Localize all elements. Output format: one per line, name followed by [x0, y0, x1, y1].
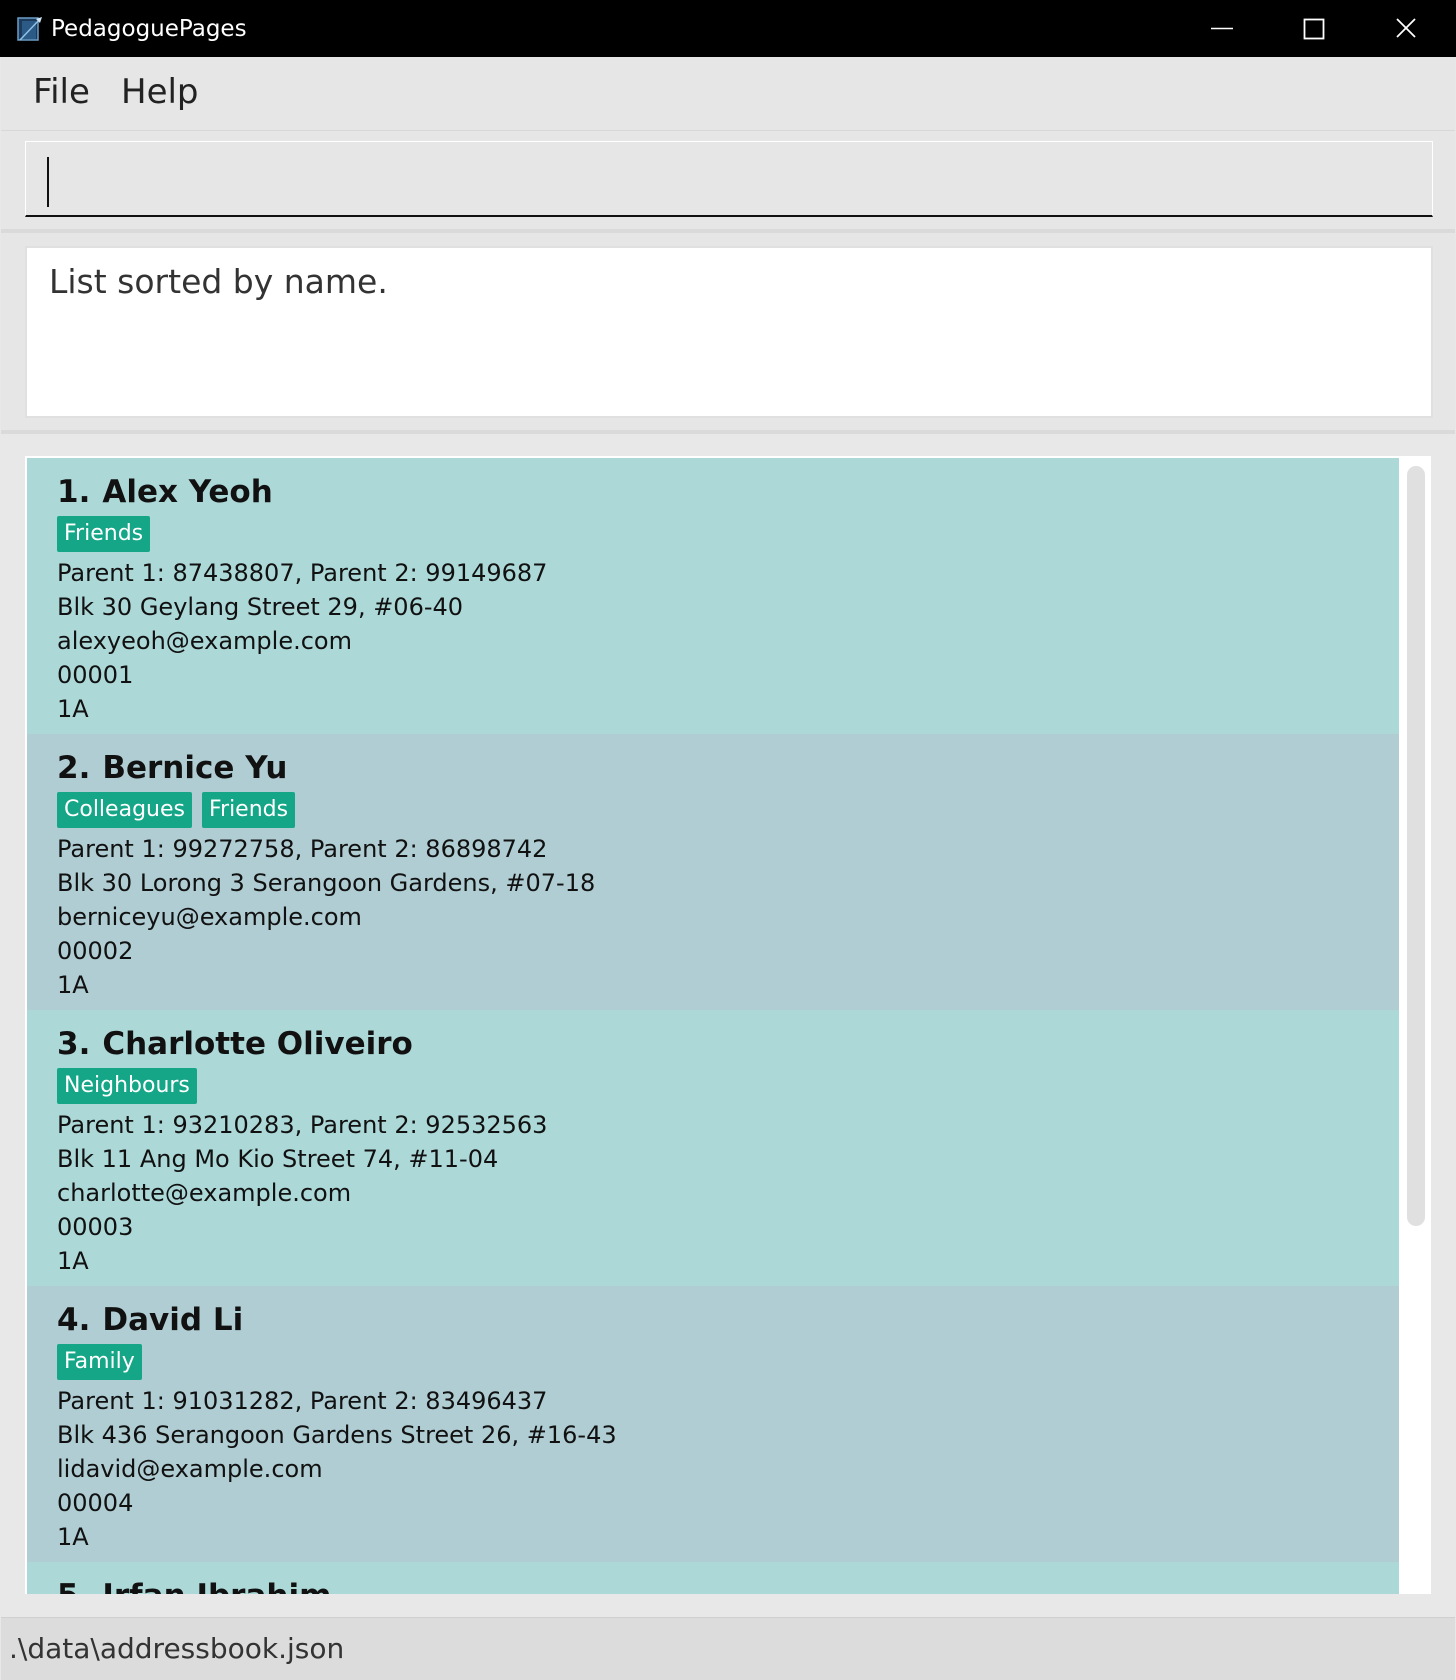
result-display[interactable]: List sorted by name. — [25, 246, 1433, 418]
menu-file[interactable]: File — [33, 72, 90, 112]
tag-label: Colleagues — [57, 792, 192, 828]
person-card[interactable]: 1. Alex Yeoh Friends Parent 1: 87438807, … — [27, 458, 1399, 734]
person-name-line: 3. Charlotte Oliveiro — [57, 1022, 1399, 1066]
person-name: David Li — [102, 1302, 244, 1338]
parent-phones: Parent 1: 91031282, Parent 2: 83496437 — [57, 1387, 548, 1415]
tag-label: Neighbours — [57, 1068, 197, 1104]
class-label: 1A — [57, 1523, 89, 1551]
tag-label: Friends — [57, 516, 151, 552]
address: Blk 30 Geylang Street 29, #06-40 — [57, 593, 464, 621]
window-title: PedagoguePages — [51, 16, 247, 42]
result-message: List sorted by name. — [49, 262, 388, 301]
close-icon — [1396, 18, 1416, 38]
person-card[interactable]: 3. Charlotte Oliveiro Neighbours Parent 1… — [27, 1010, 1399, 1286]
person-name: Bernice Yu — [102, 750, 288, 786]
person-card[interactable]: 2. Bernice Yu Colleagues Friends Parent 1:… — [27, 734, 1399, 1010]
app-window: PedagoguePages File Help List sorted by … — [0, 0, 1456, 1680]
person-index: 3. — [57, 1026, 91, 1062]
scrollbar-thumb[interactable] — [1407, 466, 1425, 1226]
tag-list: Neighbours — [57, 1068, 1399, 1106]
person-name-line: 2. Bernice Yu — [57, 746, 1399, 790]
address: Blk 436 Serangoon Gardens Street 26, #16… — [57, 1421, 617, 1449]
text-caret — [47, 157, 49, 207]
person-name: Irfan Ibrahim — [102, 1578, 331, 1594]
save-file-path: .\data\addressbook.json — [9, 1632, 345, 1665]
command-box-area — [1, 131, 1455, 233]
tag-label: Family — [57, 1344, 142, 1380]
person-index: 1. — [57, 474, 91, 510]
maximize-button[interactable] — [1270, 0, 1362, 57]
person-card[interactable]: 4. David Li Family Parent 1: 91031282, Pa… — [27, 1286, 1399, 1562]
person-list: 1. Alex Yeoh Friends Parent 1: 87438807, … — [27, 458, 1399, 1594]
app-icon — [16, 15, 44, 43]
tag-list: Family — [57, 1344, 1399, 1382]
student-id: 00002 — [57, 937, 134, 965]
result-display-area: List sorted by name. — [1, 233, 1455, 434]
person-card[interactable]: 5. Irfan Ibrahim — [27, 1562, 1399, 1594]
person-name-line: 4. David Li — [57, 1298, 1399, 1342]
person-name: Charlotte Oliveiro — [102, 1026, 413, 1062]
student-id: 00001 — [57, 661, 134, 689]
tag-list: Colleagues Friends — [57, 792, 1399, 830]
minimize-button[interactable] — [1178, 0, 1270, 57]
close-button[interactable] — [1362, 0, 1454, 57]
tag-label: Friends — [201, 792, 296, 828]
email: lidavid@example.com — [57, 1455, 323, 1483]
maximize-icon — [1303, 18, 1325, 40]
person-list-panel: 1. Alex Yeoh Friends Parent 1: 87438807, … — [25, 456, 1431, 1594]
status-bar: .\data\addressbook.json — [1, 1617, 1455, 1680]
vertical-scrollbar[interactable] — [1399, 456, 1431, 1594]
student-id: 00004 — [57, 1489, 134, 1517]
parent-phones: Parent 1: 87438807, Parent 2: 99149687 — [57, 559, 548, 587]
class-label: 1A — [57, 971, 89, 999]
person-index: 5. — [57, 1574, 90, 1594]
person-index: 4. — [57, 1302, 91, 1338]
person-index: 2. — [57, 750, 91, 786]
person-name-line: 5. Irfan Ibrahim — [57, 1574, 1399, 1594]
person-name: Alex Yeoh — [102, 474, 273, 510]
person-name-line: 1. Alex Yeoh — [57, 470, 1399, 514]
class-label: 1A — [57, 1247, 89, 1275]
minimize-icon — [1211, 27, 1233, 30]
email: berniceyu@example.com — [57, 903, 362, 931]
address: Blk 30 Lorong 3 Serangoon Gardens, #07-1… — [57, 869, 596, 897]
parent-phones: Parent 1: 99272758, Parent 2: 86898742 — [57, 835, 548, 863]
email: charlotte@example.com — [57, 1179, 352, 1207]
address: Blk 11 Ang Mo Kio Street 74, #11-04 — [57, 1145, 499, 1173]
class-label: 1A — [57, 695, 89, 723]
email: alexyeoh@example.com — [57, 627, 352, 655]
menu-bar: File Help — [1, 57, 1455, 131]
tag-list: Friends — [57, 516, 1399, 554]
parent-phones: Parent 1: 93210283, Parent 2: 92532563 — [57, 1111, 548, 1139]
title-bar[interactable]: PedagoguePages — [0, 0, 1456, 57]
command-input[interactable] — [25, 141, 1433, 217]
menu-help[interactable]: Help — [121, 72, 199, 112]
student-id: 00003 — [57, 1213, 134, 1241]
